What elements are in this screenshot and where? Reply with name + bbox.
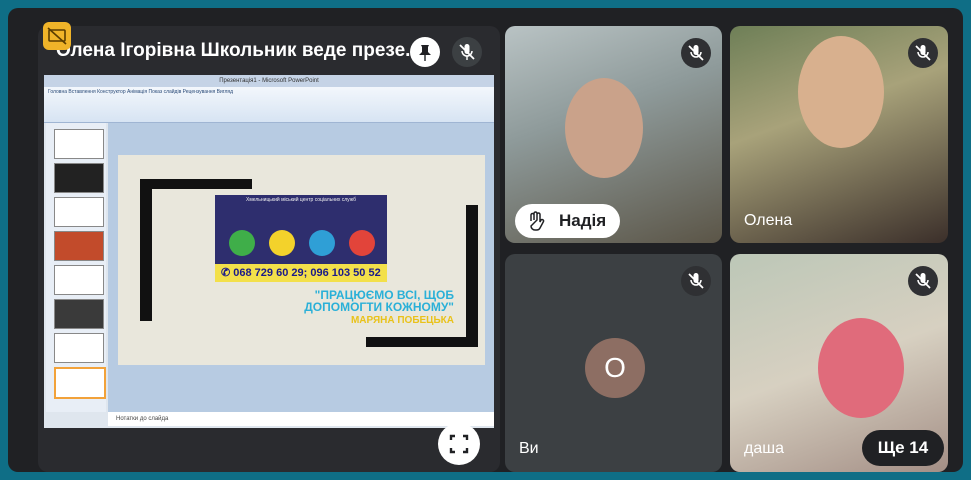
mic-off-icon <box>459 44 475 60</box>
mic-off-icon <box>908 266 938 296</box>
green-smiley-icon <box>229 230 255 256</box>
banner-title: Хмельницький міський центр соціальних сл… <box>245 197 357 203</box>
participant-video <box>565 78 643 178</box>
slide-thumbnail <box>54 231 104 261</box>
slide-thumbnail <box>54 129 104 159</box>
slide-thumbnail <box>54 265 104 295</box>
mic-off-icon <box>681 266 711 296</box>
yellow-smiley-icon <box>269 230 295 256</box>
participant-video <box>798 36 884 148</box>
participant-name: Олена <box>744 212 793 229</box>
participant-name: Надія <box>559 211 607 230</box>
ppt-ribbon-tabs: Головна Вставлення Конструктор Анімація … <box>48 89 233 95</box>
red-smiley-icon <box>349 230 375 256</box>
slide-thumbnail <box>54 163 104 193</box>
pin-button[interactable] <box>410 37 440 67</box>
shared-screen: Презентація1 - Microsoft PowerPoint Голо… <box>44 75 494 428</box>
raised-hand-icon <box>530 211 545 231</box>
participant-tile-nadia[interactable]: Надія <box>505 26 722 243</box>
slide-thumbnail <box>54 299 104 329</box>
participant-video <box>818 318 904 418</box>
fullscreen-icon <box>449 434 469 454</box>
slide-banner: Хмельницький міський центр соціальних сл… <box>215 195 387 282</box>
presenter-title: Олена Ігорівна Школьник веде презе... <box>56 40 421 61</box>
slide-canvas: Хмельницький міський центр соціальних сл… <box>108 123 494 412</box>
ppt-ribbon: Головна Вставлення Конструктор Анімація … <box>44 87 494 123</box>
ppt-notes: Нотатки до слайда <box>108 412 494 426</box>
slide-slogan: "ПРАЦЮЄМО ВСІ, ЩОБ ДОПОМОГТИ КОЖНОМУ" <box>304 288 454 314</box>
current-slide: Хмельницький міський центр соціальних сл… <box>118 155 485 365</box>
slide-thumbnails <box>46 123 106 412</box>
blue-smiley-icon <box>309 230 335 256</box>
avatar: О <box>585 338 645 398</box>
mic-off-icon <box>681 38 711 68</box>
raised-hand-chip: Надія <box>515 204 620 238</box>
participant-tile-you[interactable]: О Ви <box>505 254 722 472</box>
screen-share-badge-icon <box>43 22 71 50</box>
outer-frame: Олена Ігорівна Школьник веде презе... Пр… <box>0 0 971 480</box>
slide-thumbnail-selected <box>54 367 106 399</box>
participant-name: даша <box>744 440 784 457</box>
more-participants-button[interactable]: Ще 14 <box>862 430 944 466</box>
ppt-window-title: Презентація1 - Microsoft PowerPoint <box>44 75 494 87</box>
presentation-tile[interactable]: Олена Ігорівна Школьник веде презе... Пр… <box>38 26 500 472</box>
mic-off-button[interactable] <box>452 37 482 67</box>
meeting-window: Олена Ігорівна Школьник веде презе... Пр… <box>8 8 963 472</box>
participant-name: Ви <box>519 440 539 457</box>
participant-tile-dasha[interactable]: даша Ще 14 <box>730 254 948 472</box>
fullscreen-button[interactable] <box>438 423 480 465</box>
slide-author: МАРЯНА ПОБЕЦЬКА <box>350 315 454 326</box>
slide-thumbnail <box>54 333 104 363</box>
participant-tile-olena[interactable]: Олена <box>730 26 948 243</box>
mic-off-icon <box>908 38 938 68</box>
slide-thumbnail <box>54 197 104 227</box>
banner-phone: ✆ 068 729 60 29; 096 103 50 52 <box>215 264 387 282</box>
pin-icon <box>419 45 431 61</box>
